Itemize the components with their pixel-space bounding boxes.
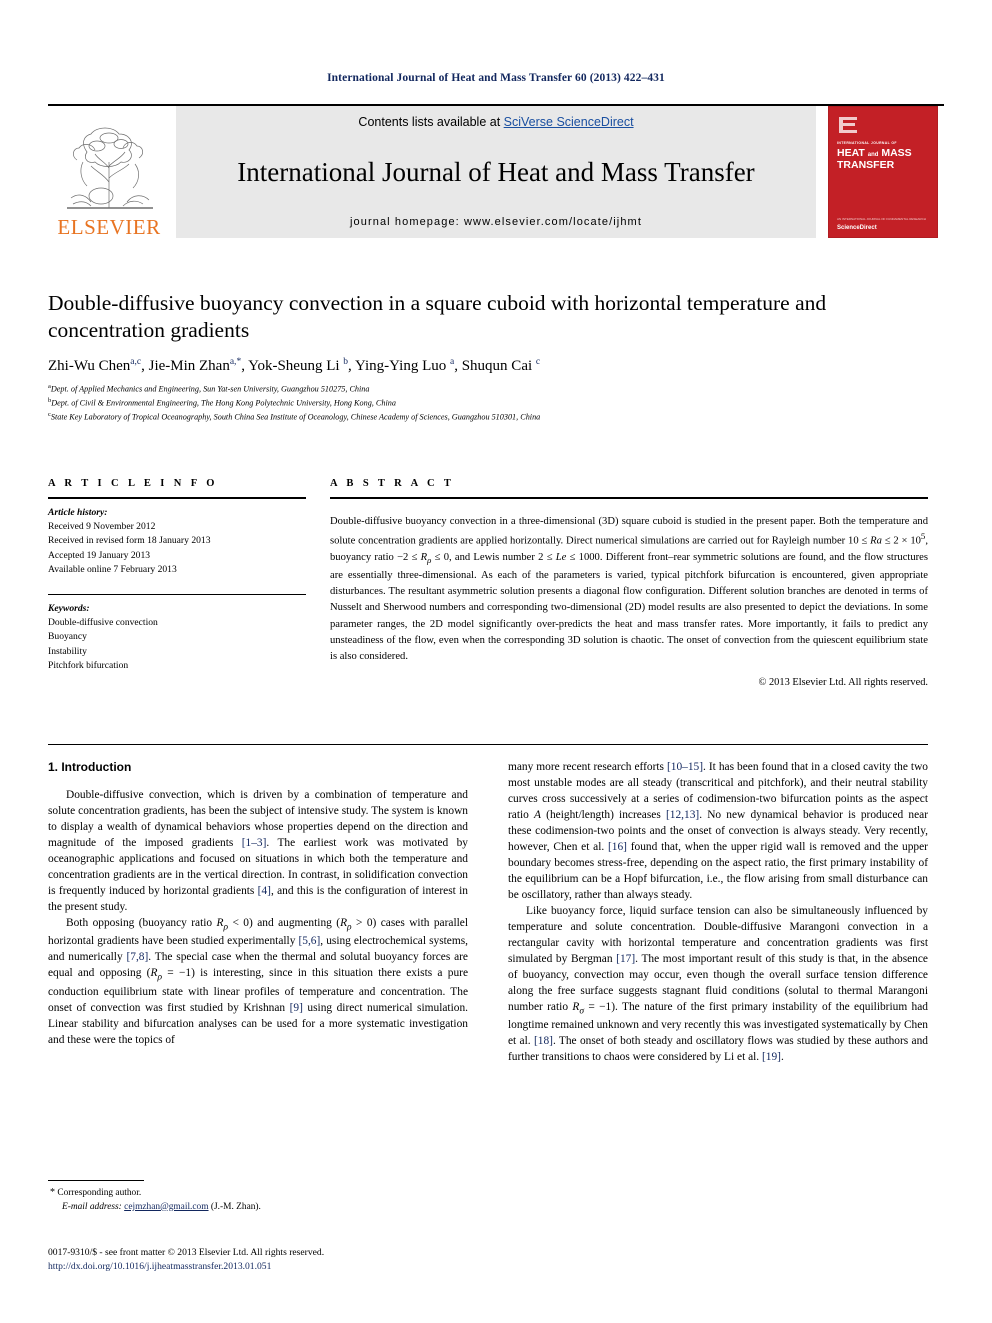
contents-prefix: Contents lists available at [358,115,504,129]
body-column-left: 1. Introduction Double-diffusive convect… [48,760,468,1049]
corresponding-author-text: Corresponding author. [57,1188,142,1198]
elsevier-wordmark: ELSEVIER [57,215,161,239]
cover-title-line2: MASS [881,147,912,159]
issn-copyright-line: 0017-9310/$ - see front matter © 2013 El… [48,1247,325,1258]
affiliation-item: aDept. of Applied Mechanics and Engineer… [48,382,928,396]
legal-block: 0017-9310/$ - see front matter © 2013 El… [48,1246,518,1275]
article-info-column: A R T I C L E I N F O Article history: R… [48,478,306,673]
body-paragraph: many more recent research efforts [10–15… [508,761,928,901]
cover-kicker: INTERNATIONAL JOURNAL OF [837,141,897,145]
corresponding-author-footnote: * Corresponding author. E-mail address: … [48,1180,468,1214]
doi-link[interactable]: http://dx.doi.org/10.1016/j.ijheatmasstr… [48,1260,518,1274]
body-divider [48,744,928,745]
abstract-column: A B S T R A C T Double-diffusive buoyanc… [330,478,928,688]
keyword-item: Pitchfork bifurcation [48,659,129,671]
history-item: Available online 7 February 2013 [48,563,177,575]
body-paragraph: Both opposing (buoyancy ratio Rρ < 0) an… [48,916,469,1046]
footnote-rule [48,1180,144,1181]
corresponding-author-marker: * [50,1187,55,1198]
author-list: Zhi-Wu Chena,c, Jie-Min Zhana,*, Yok-She… [48,357,541,375]
keyword-item: Double-diffusive convection [48,617,158,629]
journal-masthead: ELSEVIER Contents lists available at Sci… [48,104,944,240]
abstract-heading: A B S T R A C T [330,478,455,489]
elsevier-logo: ELSEVIER [48,106,170,238]
paper-page: International Journal of Heat and Mass T… [0,0,992,1323]
history-item: Accepted 19 January 2013 [48,549,151,561]
history-item: Received in revised form 18 January 2013 [48,535,211,547]
journal-band: Contents lists available at SciVerse Sci… [176,106,816,238]
cover-title-line3: TRANSFER [837,158,895,171]
cover-title-line1: HEAT [837,147,865,159]
keyword-item: Buoyancy [48,631,87,643]
body-paragraph: Double-diffusive convection, which is dr… [48,789,468,913]
affiliation-list: aDept. of Applied Mechanics and Engineer… [48,382,928,423]
history-item: Received 9 November 2012 [48,521,156,533]
cover-title: HEAT and MASS TRANSFER [837,147,931,172]
section-heading-introduction: 1. Introduction [48,760,132,774]
article-info-heading: A R T I C L E I N F O [48,478,218,489]
corresponding-author-line: * Corresponding author. [48,1186,468,1201]
affiliation-item: cState Key Laboratory of Tropical Oceano… [48,410,928,424]
journal-homepage-link[interactable]: journal homepage: www.elsevier.com/locat… [176,216,816,228]
copyright-line: © 2013 Elsevier Ltd. All rights reserved… [758,676,929,688]
affiliation-text: Dept. of Civil & Environmental Engineeri… [51,398,396,408]
cover-footer-small: AN INTERNATIONAL JOURNAL OF FUNDAMENTAL … [837,217,926,221]
keywords-label: Keywords: [48,602,90,614]
journal-cover-image: INTERNATIONAL JOURNAL OF HEAT and MASS T… [828,106,938,238]
cover-title-and: and [867,152,879,158]
email-line: E-mail address: cejmzhan@gmail.com (J.-M… [48,1201,468,1215]
contents-available-line: Contents lists available at SciVerse Sci… [176,115,816,129]
running-head: International Journal of Heat and Mass T… [327,72,665,84]
body-paragraph: Like buoyancy force, liquid surface tens… [508,904,928,1064]
affiliation-item: bDept. of Civil & Environmental Engineer… [48,396,928,410]
affiliation-text: Dept. of Applied Mechanics and Engineeri… [50,384,370,394]
email-link[interactable]: cejmzhan@gmail.com [124,1202,208,1212]
cover-footer-brand: ScienceDirect [837,225,877,231]
sciverse-sciencedirect-link[interactable]: SciVerse ScienceDirect [504,115,634,129]
title-block: Double-diffusive buoyancy convection in … [48,290,928,423]
email-label: E-mail address: [62,1201,122,1212]
elsevier-cover-mark-icon [839,117,857,133]
journal-cover: INTERNATIONAL JOURNAL OF HEAT and MASS T… [822,106,944,238]
affiliation-text: State Key Laboratory of Tropical Oceanog… [50,412,541,422]
keyword-item: Instability [48,645,87,657]
elsevier-tree-icon [67,127,153,209]
body-column-right: many more recent research efforts [10–15… [508,760,928,1066]
keywords-block: Keywords: Double-diffusive convection Bu… [48,595,306,673]
article-history-block: Article history: Received 9 November 201… [48,506,306,577]
email-owner: (J.-M. Zhan). [210,1201,261,1212]
page-title: Double-diffusive buoyancy convection in … [48,291,827,343]
article-history-label: Article history: [48,507,108,518]
journal-title: International Journal of Heat and Mass T… [237,157,755,188]
abstract-text: Double-diffusive buoyancy convection in … [330,516,928,663]
